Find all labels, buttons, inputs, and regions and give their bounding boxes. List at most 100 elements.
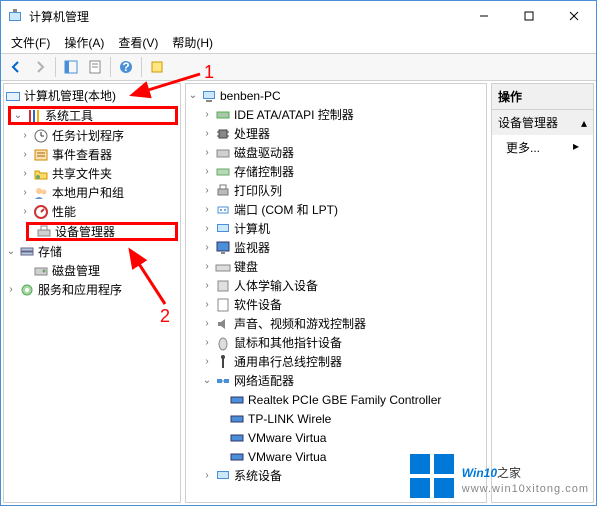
tree-services[interactable]: › 服务和应用程序 bbox=[4, 280, 180, 299]
expand-icon[interactable]: › bbox=[200, 261, 214, 272]
nic-icon bbox=[229, 411, 245, 427]
dev-computer[interactable]: ›计算机 bbox=[186, 219, 486, 238]
tree-diskmgr-label: 磁盘管理 bbox=[52, 262, 100, 279]
expand-icon[interactable]: › bbox=[18, 168, 32, 179]
dev-audio[interactable]: ›声音、视频和游戏控制器 bbox=[186, 314, 486, 333]
expand-icon[interactable]: › bbox=[200, 204, 214, 215]
tree-root-label: 计算机管理(本地) bbox=[24, 87, 116, 104]
expand-icon[interactable]: › bbox=[200, 185, 214, 196]
dev-cpu[interactable]: ›处理器 bbox=[186, 124, 486, 143]
expand-icon[interactable]: › bbox=[200, 109, 214, 120]
tree-perf[interactable]: › 性能 bbox=[4, 202, 180, 221]
menu-view[interactable]: 查看(V) bbox=[112, 32, 164, 53]
services-icon bbox=[19, 282, 35, 298]
menu-help[interactable]: 帮助(H) bbox=[166, 32, 219, 53]
dev-usb-label: 通用串行总线控制器 bbox=[234, 353, 342, 370]
dev-net2[interactable]: TP-LINK Wirele bbox=[186, 409, 486, 428]
dev-software[interactable]: ›软件设备 bbox=[186, 295, 486, 314]
collapse-icon[interactable]: ⌄ bbox=[186, 90, 200, 101]
tree-storage[interactable]: ⌄ 存储 bbox=[4, 242, 180, 261]
expand-icon[interactable]: › bbox=[18, 187, 32, 198]
dev-mouse[interactable]: › 鼠标和其他指针设备 bbox=[186, 333, 486, 352]
tree-systools[interactable]: ⌄ 系统工具 bbox=[8, 106, 178, 125]
show-hide-tree-button[interactable] bbox=[60, 56, 82, 78]
tree-root[interactable]: 计算机管理(本地) bbox=[4, 86, 180, 105]
back-button[interactable] bbox=[5, 56, 27, 78]
dev-storagectrl-label: 存储控制器 bbox=[234, 163, 294, 180]
expand-icon[interactable]: › bbox=[18, 130, 32, 141]
forward-button[interactable] bbox=[29, 56, 51, 78]
dev-hid[interactable]: › 人体学输入设备 bbox=[186, 276, 486, 295]
help-button[interactable]: ? bbox=[115, 56, 137, 78]
collapse-icon[interactable]: ⌄ bbox=[4, 246, 18, 257]
expand-icon[interactable]: › bbox=[4, 284, 18, 295]
expand-icon[interactable]: › bbox=[200, 223, 214, 234]
actions-more[interactable]: 更多... ▸ bbox=[492, 135, 593, 160]
dev-net1[interactable]: Realtek PCIe GBE Family Controller bbox=[186, 390, 486, 409]
expand-icon[interactable]: › bbox=[200, 242, 214, 253]
dev-pc[interactable]: ⌄benben-PC bbox=[186, 86, 486, 105]
dev-printq[interactable]: ›打印队列 bbox=[186, 181, 486, 200]
dev-net3[interactable]: VMware Virtua bbox=[186, 428, 486, 447]
center-pane: ⌄benben-PC ›IDE ATA/ATAPI 控制器 ›处理器 ›磁盘驱动… bbox=[185, 83, 487, 503]
tools-icon bbox=[26, 108, 42, 124]
dev-net3-label: VMware Virtua bbox=[248, 431, 326, 445]
right-pane: 操作 设备管理器 ▴ 更多... ▸ bbox=[491, 83, 594, 503]
expand-icon[interactable]: › bbox=[200, 356, 214, 367]
expand-icon[interactable]: › bbox=[200, 299, 214, 310]
device-mgr-icon bbox=[36, 224, 52, 240]
expand-icon[interactable]: › bbox=[200, 337, 214, 348]
titlebar: 计算机管理 bbox=[1, 1, 596, 31]
dev-diskdrv[interactable]: ›磁盘驱动器 bbox=[186, 143, 486, 162]
expand-icon[interactable]: › bbox=[200, 147, 214, 158]
storagectrl-icon bbox=[215, 164, 231, 180]
expand-icon[interactable]: › bbox=[200, 318, 214, 329]
collapse-icon[interactable]: ⌄ bbox=[200, 375, 214, 386]
tree-eventvwr[interactable]: › 事件查看器 bbox=[4, 145, 180, 164]
expand-icon[interactable]: › bbox=[200, 128, 214, 139]
tree-tasksched[interactable]: › 任务计划程序 bbox=[4, 126, 180, 145]
refresh-button[interactable] bbox=[146, 56, 168, 78]
expand-icon[interactable]: › bbox=[200, 280, 214, 291]
dev-ide[interactable]: ›IDE ATA/ATAPI 控制器 bbox=[186, 105, 486, 124]
minimize-button[interactable] bbox=[461, 1, 506, 31]
storage-icon bbox=[19, 244, 35, 260]
expand-icon[interactable]: › bbox=[18, 149, 32, 160]
dev-storagectrl[interactable]: › 存储控制器 bbox=[186, 162, 486, 181]
tree-users[interactable]: › 本地用户和组 bbox=[4, 183, 180, 202]
dev-mouse-label: 鼠标和其他指针设备 bbox=[234, 334, 342, 351]
window: 计算机管理 文件(F) 操作(A) 查看(V) 帮助(H) ? bbox=[0, 0, 597, 506]
properties-button[interactable] bbox=[84, 56, 106, 78]
tree-shared-label: 共享文件夹 bbox=[52, 165, 112, 182]
software-icon bbox=[215, 297, 231, 313]
monitor-icon bbox=[215, 240, 231, 256]
computer-icon bbox=[215, 221, 231, 237]
clock-icon bbox=[33, 128, 49, 144]
tree-shared[interactable]: › 共享文件夹 bbox=[4, 164, 180, 183]
menu-action[interactable]: 操作(A) bbox=[58, 32, 110, 53]
tree-eventvwr-label: 事件查看器 bbox=[52, 146, 112, 163]
dev-keyboard[interactable]: ›键盘 bbox=[186, 257, 486, 276]
dev-net1-label: Realtek PCIe GBE Family Controller bbox=[248, 393, 441, 407]
dev-ports[interactable]: › 端口 (COM 和 LPT) bbox=[186, 200, 486, 219]
close-button[interactable] bbox=[551, 1, 596, 31]
expand-icon[interactable]: › bbox=[18, 206, 32, 217]
collapse-icon[interactable]: ⌄ bbox=[11, 110, 25, 121]
menu-file[interactable]: 文件(F) bbox=[5, 32, 56, 53]
dev-net2-label: TP-LINK Wirele bbox=[248, 412, 331, 426]
dev-monitor[interactable]: ›监视器 bbox=[186, 238, 486, 257]
dev-usb[interactable]: › 通用串行总线控制器 bbox=[186, 352, 486, 371]
expand-icon[interactable]: › bbox=[200, 166, 214, 177]
dev-sysdev-label: 系统设备 bbox=[234, 467, 282, 484]
actions-section[interactable]: 设备管理器 ▴ bbox=[492, 110, 593, 135]
tree-devmgr[interactable]: 设备管理器 bbox=[26, 222, 178, 241]
actions-section-label: 设备管理器 bbox=[498, 114, 558, 131]
tree-diskmgr[interactable]: 磁盘管理 bbox=[4, 261, 180, 280]
dev-net4-label: VMware Virtua bbox=[248, 450, 326, 464]
dev-ports-label: 端口 (COM 和 LPT) bbox=[234, 201, 338, 218]
dev-netadapter[interactable]: ⌄网络适配器 bbox=[186, 371, 486, 390]
maximize-button[interactable] bbox=[506, 1, 551, 31]
window-title: 计算机管理 bbox=[29, 8, 461, 25]
expand-icon[interactable]: › bbox=[200, 470, 214, 481]
dev-hid-label: 人体学输入设备 bbox=[234, 277, 318, 294]
